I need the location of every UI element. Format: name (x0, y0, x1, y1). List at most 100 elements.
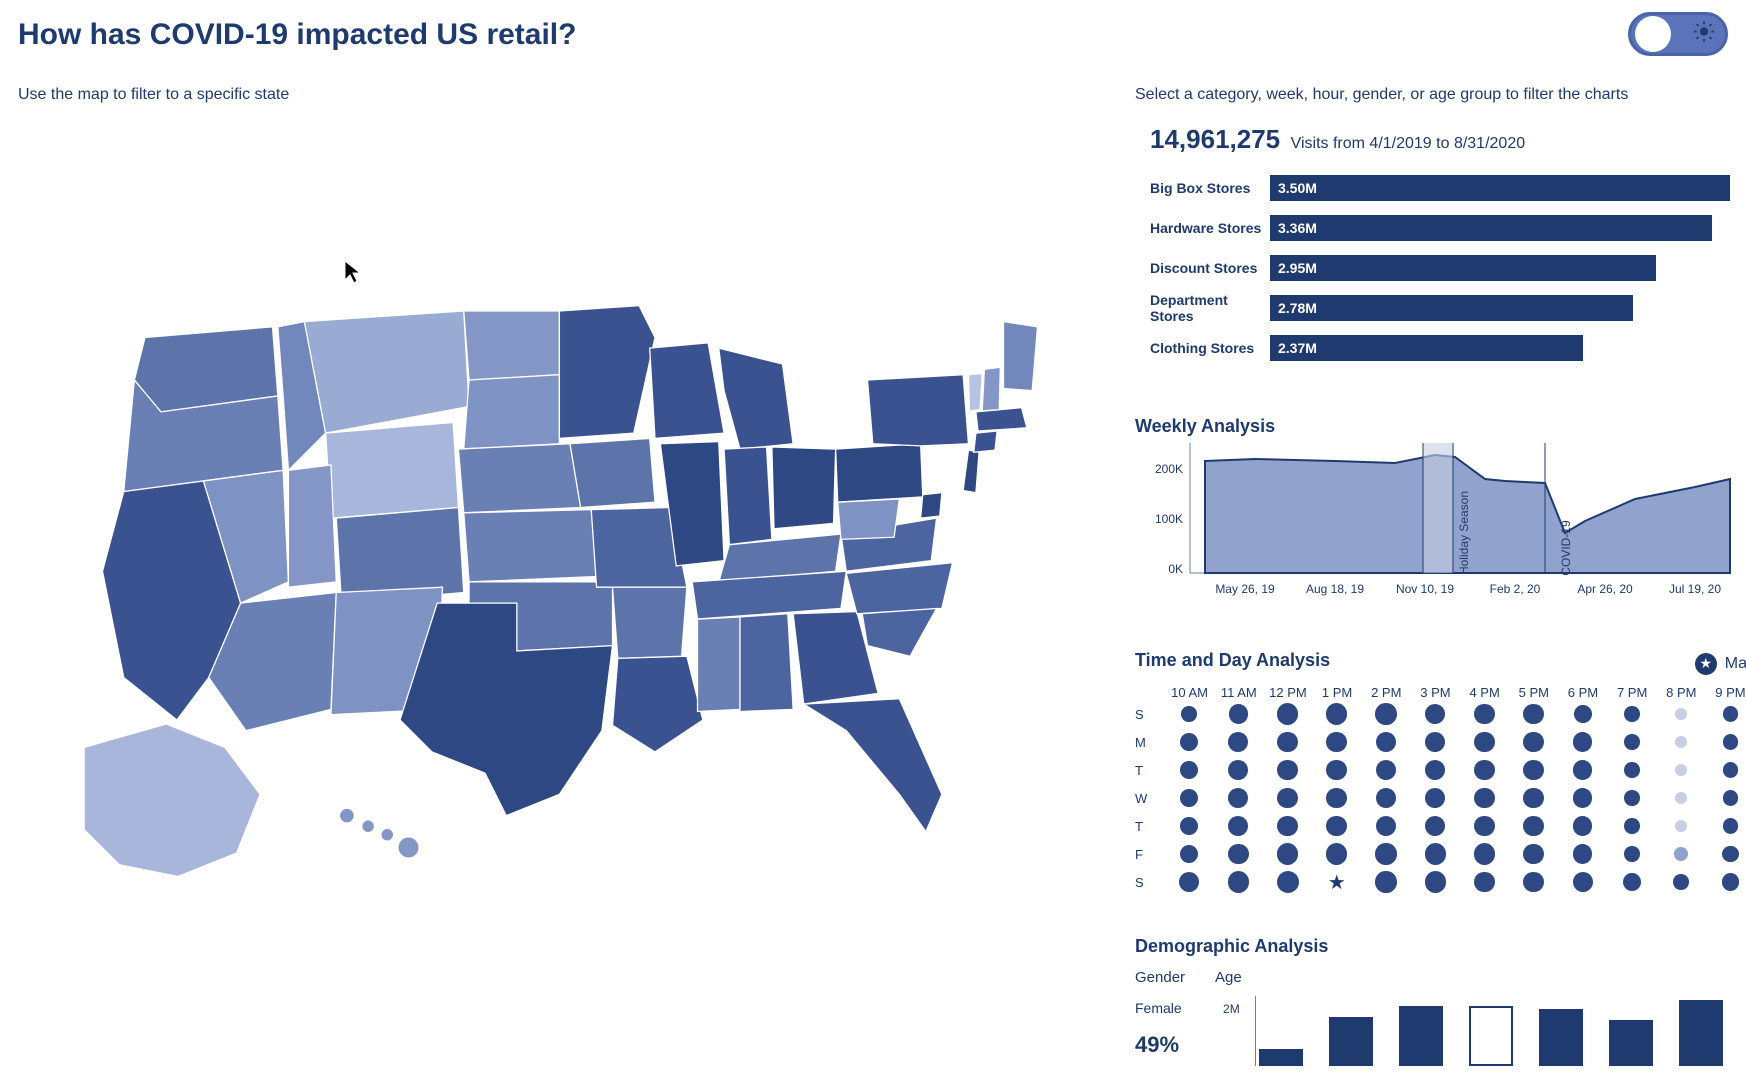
state-mt[interactable] (304, 311, 469, 433)
age-bar[interactable] (1609, 1020, 1653, 1066)
age-bar[interactable] (1259, 1049, 1303, 1066)
heat-cell[interactable] (1706, 812, 1746, 840)
state-oh[interactable] (772, 447, 836, 529)
heat-cell[interactable] (1312, 756, 1361, 784)
heat-cell[interactable] (1165, 840, 1214, 868)
heat-cell[interactable] (1706, 840, 1746, 868)
cat-row[interactable]: Discount Stores 2.95M (1150, 248, 1730, 288)
heat-cell[interactable] (1607, 756, 1656, 784)
heat-cell[interactable] (1460, 812, 1509, 840)
heat-cell[interactable] (1214, 840, 1263, 868)
state-in[interactable] (724, 447, 772, 545)
heat-cell[interactable] (1607, 868, 1656, 896)
heat-cell[interactable] (1509, 784, 1558, 812)
state-mi[interactable] (719, 348, 793, 449)
heat-cell[interactable] (1361, 868, 1410, 896)
heat-cell[interactable] (1214, 700, 1263, 728)
heat-cell[interactable] (1657, 840, 1706, 868)
heat-cell[interactable] (1657, 784, 1706, 812)
state-ks[interactable] (464, 510, 597, 582)
heat-cell[interactable] (1165, 784, 1214, 812)
heat-cell[interactable] (1361, 728, 1410, 756)
theme-toggle[interactable] (1628, 12, 1728, 56)
state-ar[interactable] (613, 587, 687, 658)
heat-cell[interactable] (1214, 784, 1263, 812)
age-bar-chart[interactable] (1259, 996, 1746, 1066)
heat-cell[interactable] (1263, 840, 1312, 868)
heat-cell[interactable] (1607, 728, 1656, 756)
heat-cell[interactable] (1411, 812, 1460, 840)
state-tn[interactable] (692, 571, 846, 619)
heat-cell[interactable] (1558, 840, 1607, 868)
heat-cell[interactable] (1607, 840, 1656, 868)
heat-cell[interactable] (1460, 868, 1509, 896)
heat-cell[interactable] (1214, 728, 1263, 756)
state-pa[interactable] (836, 444, 923, 502)
heat-cell[interactable] (1706, 700, 1746, 728)
heat-cell[interactable] (1558, 728, 1607, 756)
state-nd[interactable] (464, 311, 560, 380)
annotation-holiday[interactable] (1423, 443, 1453, 573)
state-ak[interactable] (84, 724, 259, 876)
heat-cell[interactable] (1312, 700, 1361, 728)
heat-cell[interactable] (1361, 784, 1410, 812)
state-la[interactable] (613, 656, 703, 752)
heat-cell[interactable] (1657, 812, 1706, 840)
state-me[interactable] (1004, 322, 1038, 391)
heat-cell[interactable] (1657, 756, 1706, 784)
state-ct[interactable] (974, 431, 997, 452)
heat-cell[interactable] (1411, 840, 1460, 868)
age-bar[interactable] (1539, 1009, 1583, 1066)
heat-cell[interactable] (1460, 784, 1509, 812)
heat-cell[interactable] (1411, 868, 1460, 896)
heat-cell[interactable] (1411, 756, 1460, 784)
heat-cell[interactable] (1214, 812, 1263, 840)
state-fl[interactable] (804, 699, 942, 832)
heat-cell[interactable] (1165, 868, 1214, 896)
heat-cell[interactable] (1509, 868, 1558, 896)
state-ms[interactable] (698, 617, 741, 712)
heat-cell[interactable] (1312, 728, 1361, 756)
heat-cell[interactable] (1312, 784, 1361, 812)
state-vt[interactable] (968, 374, 982, 411)
heat-cell[interactable] (1214, 868, 1263, 896)
state-wi[interactable] (650, 343, 724, 439)
heat-cell[interactable] (1263, 728, 1312, 756)
heat-cell[interactable] (1460, 840, 1509, 868)
heat-cell[interactable] (1263, 756, 1312, 784)
heat-cell[interactable] (1263, 700, 1312, 728)
cat-row[interactable]: Hardware Stores 3.36M (1150, 208, 1730, 248)
heat-cell[interactable] (1361, 700, 1410, 728)
heat-cell[interactable] (1558, 756, 1607, 784)
heat-cell[interactable] (1214, 756, 1263, 784)
heat-cell[interactable] (1509, 840, 1558, 868)
state-mn[interactable] (559, 306, 655, 439)
heat-cell[interactable] (1411, 784, 1460, 812)
heat-cell[interactable] (1706, 784, 1746, 812)
state-ut[interactable] (288, 465, 336, 587)
heat-cell[interactable] (1165, 728, 1214, 756)
age-bar[interactable] (1329, 1017, 1373, 1066)
state-wy[interactable] (326, 423, 459, 519)
state-nc[interactable] (846, 563, 952, 614)
heat-cell[interactable] (1361, 840, 1410, 868)
heat-cell[interactable] (1607, 784, 1656, 812)
heat-cell[interactable] (1411, 700, 1460, 728)
gender-block[interactable]: Gender Female 49% (1135, 969, 1185, 1066)
heat-cell[interactable] (1558, 812, 1607, 840)
state-ne[interactable] (458, 444, 580, 513)
cat-row[interactable]: Department Stores 2.78M (1150, 288, 1730, 328)
heat-cell[interactable] (1263, 812, 1312, 840)
heat-cell[interactable] (1509, 728, 1558, 756)
heat-cell[interactable] (1165, 812, 1214, 840)
heat-cell[interactable] (1312, 812, 1361, 840)
heat-cell[interactable] (1165, 700, 1214, 728)
age-bar[interactable] (1469, 1006, 1513, 1066)
heat-cell[interactable] (1558, 868, 1607, 896)
heat-cell[interactable] (1657, 700, 1706, 728)
heat-cell[interactable] (1361, 812, 1410, 840)
states-group[interactable] (84, 306, 1037, 877)
heat-cell[interactable] (1706, 728, 1746, 756)
heat-cell[interactable] (1411, 728, 1460, 756)
heat-cell[interactable] (1460, 756, 1509, 784)
